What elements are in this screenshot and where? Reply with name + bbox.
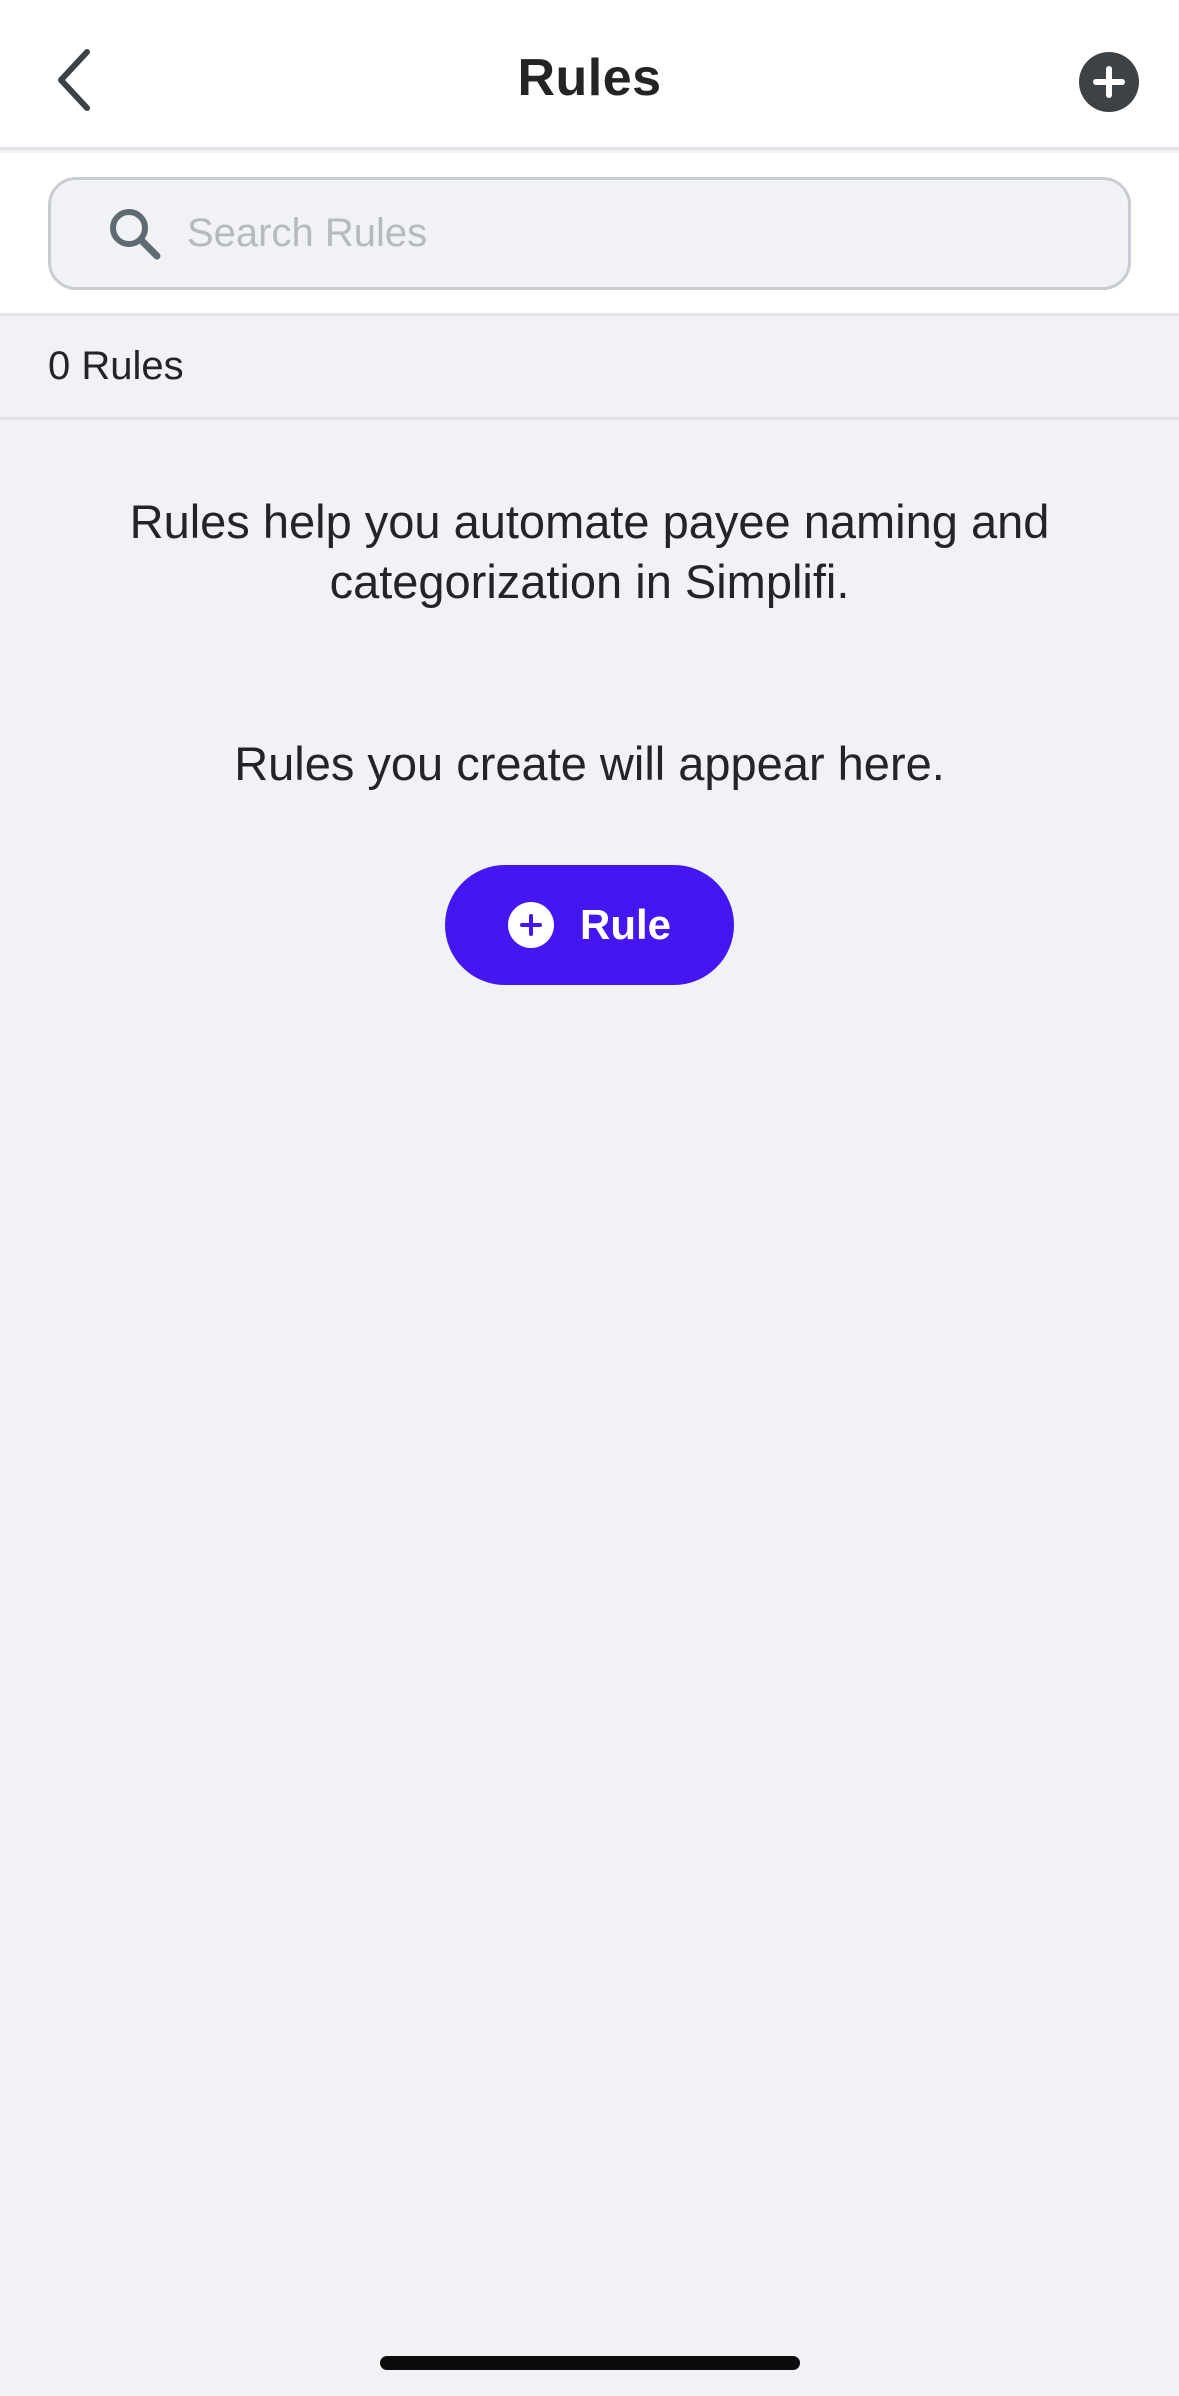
search-icon — [107, 206, 163, 262]
page-title: Rules — [517, 49, 662, 107]
empty-state-intro: Rules help you automate payee naming and… — [129, 495, 1050, 608]
home-indicator[interactable] — [380, 2356, 800, 2370]
add-rule-cta-button[interactable]: Rule — [445, 865, 734, 985]
add-rule-button-label: Rule — [579, 901, 671, 948]
rules-screen: Rules 0 Rules Rules help you automate pa… — [0, 0, 1179, 2396]
rules-count-bar: 0 Rules — [0, 316, 1179, 420]
plus-circle-icon — [507, 902, 554, 948]
search-area — [0, 153, 1179, 316]
empty-state-message: Rules you create will appear here. — [234, 737, 945, 790]
search-box[interactable] — [48, 177, 1131, 290]
navigation-header: Rules — [0, 0, 1179, 150]
plus-icon — [1093, 66, 1125, 98]
search-input[interactable] — [187, 193, 1128, 274]
rules-count: 0 Rules — [48, 344, 184, 388]
add-rule-button[interactable] — [1079, 52, 1139, 112]
